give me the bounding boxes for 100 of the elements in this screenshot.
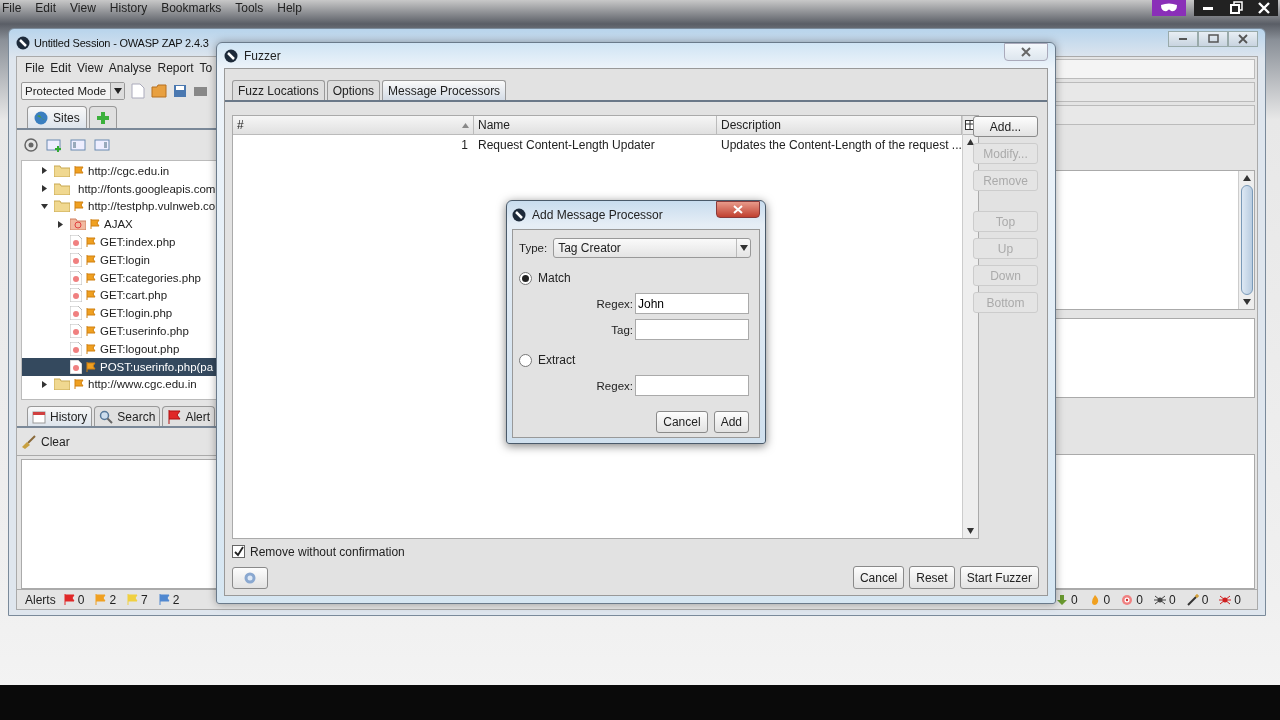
menu-item[interactable]: Edit: [35, 1, 57, 15]
radio-option[interactable]: Match: [519, 268, 751, 288]
field-label: Regex:: [596, 379, 633, 392]
folder-icon: [54, 164, 70, 177]
scroll-up-icon: [966, 139, 974, 145]
side-button[interactable]: Add...: [973, 116, 1038, 137]
mode-dropdown[interactable]: Protected Mode: [21, 82, 125, 100]
table-cell-text: Request Content-Length Updater: [477, 137, 656, 152]
sort-arrow-icon: [462, 122, 469, 128]
menu-item[interactable]: Help: [277, 1, 302, 15]
spider-icon: [1153, 593, 1166, 606]
menu-item[interactable]: Tools: [235, 1, 264, 15]
flag-tab[interactable]: Alert: [162, 406, 216, 426]
status-count: 0: [1136, 592, 1143, 607]
dropdown-arrow-icon: [739, 244, 748, 251]
app-logo-icon: [512, 208, 526, 222]
field-label: Type:: [519, 241, 548, 254]
mask-icon: [1160, 3, 1178, 13]
status-count: 0: [1103, 592, 1111, 607]
tree-item[interactable]: http://testphp.vulnweb.co: [22, 197, 217, 216]
private-mode-button[interactable]: [1152, 0, 1186, 16]
column-header[interactable]: Description: [717, 116, 962, 134]
minimize-button[interactable]: [1168, 31, 1198, 47]
tab[interactable]: Options: [326, 80, 381, 100]
flag-icon: [167, 409, 182, 424]
tree-item[interactable]: GET:login.php: [22, 304, 217, 323]
help-button[interactable]: [232, 566, 268, 589]
scrollbar[interactable]: [1238, 171, 1254, 309]
toolbar-icon: [193, 85, 207, 97]
target-icon: [24, 138, 38, 152]
radio-button[interactable]: [519, 271, 532, 285]
save-icon: [173, 84, 187, 98]
maximize-button[interactable]: [1198, 31, 1228, 47]
dialog-title: Fuzzer: [244, 48, 281, 63]
menu-item[interactable]: Analyse: [108, 61, 152, 75]
tree-item[interactable]: POST:userinfo.php(pa: [22, 357, 217, 376]
tree-item[interactable]: GET:userinfo.php: [22, 322, 217, 340]
dialog-button[interactable]: Reset: [909, 566, 955, 589]
page-icon: [70, 270, 82, 285]
close-button[interactable]: [1228, 31, 1258, 47]
tree-item[interactable]: GET:login: [22, 251, 217, 269]
column-header[interactable]: Name: [474, 116, 717, 134]
sites-tab[interactable]: Sites: [27, 106, 87, 128]
dialog-button[interactable]: Start Fuzzer: [959, 566, 1039, 589]
input-field[interactable]: [635, 319, 749, 340]
page-icon: [70, 288, 82, 303]
table-cell-text: 1: [460, 137, 469, 152]
checkbox-label[interactable]: Remove without confirmation: [225, 539, 1047, 561]
dialog-button[interactable]: Add: [713, 411, 749, 433]
wand-icon: [1186, 593, 1199, 606]
menu-item[interactable]: File: [2, 1, 22, 15]
minimize-icon: [1203, 6, 1213, 10]
input-field[interactable]: John: [635, 293, 749, 314]
dialog-title: Add Message Processor: [532, 208, 663, 222]
tree-item[interactable]: GET:index.php: [22, 233, 217, 251]
menu-item[interactable]: History: [109, 1, 148, 15]
help-icon: [244, 571, 256, 584]
calendar-icon: [32, 409, 46, 424]
maximize-icon: [1206, 32, 1220, 46]
tree-item[interactable]: http://fonts.googleapis.com: [22, 179, 217, 198]
tree-item[interactable]: GET:logout.php: [22, 339, 217, 358]
page-icon: [70, 359, 82, 374]
tab[interactable]: Message Processors: [382, 80, 507, 100]
menu-item[interactable]: Edit: [50, 61, 72, 75]
type-dropdown[interactable]: Tag Creator: [553, 237, 751, 258]
tree-item[interactable]: GET:categories.php: [22, 268, 217, 287]
scroll-down-icon: [1242, 299, 1251, 305]
search-tab[interactable]: Search: [94, 406, 161, 426]
calendar-tab[interactable]: History: [27, 406, 93, 426]
dialog-button[interactable]: Cancel: [656, 411, 708, 433]
tree-item[interactable]: http://www.cgc.edu.in: [22, 375, 217, 394]
menu-item[interactable]: View: [77, 61, 103, 75]
menu-item[interactable]: Bookmarks: [161, 1, 222, 15]
page-icon: [70, 252, 82, 267]
menu-item[interactable]: View: [70, 1, 96, 15]
minimize-icon: [1179, 38, 1187, 40]
clear-button[interactable]: Clear: [21, 434, 70, 449]
dialog-button[interactable]: Cancel: [852, 566, 905, 589]
tree-item[interactable]: http://cgc.edu.in: [22, 162, 217, 180]
search-icon: [99, 409, 114, 424]
page-icon: [70, 235, 82, 250]
target-icon: [1121, 593, 1134, 606]
window-icon: [70, 138, 86, 152]
close-button[interactable]: [716, 201, 760, 218]
tab[interactable]: Fuzz Locations: [232, 80, 325, 100]
radio-button[interactable]: [519, 353, 532, 367]
column-header[interactable]: #: [233, 116, 474, 134]
input-field[interactable]: [635, 375, 749, 396]
tree-item[interactable]: GET:cart.php: [22, 286, 217, 305]
menu-item[interactable]: To: [199, 61, 213, 75]
app-logo-icon: [16, 35, 30, 50]
menu-item[interactable]: Report: [157, 61, 194, 75]
folder-icon: [54, 200, 70, 213]
radio-option[interactable]: Extract: [519, 350, 751, 370]
tree-item[interactable]: AJAX: [22, 215, 217, 234]
checkbox[interactable]: [232, 545, 245, 558]
window-title: Untitled Session - OWASP ZAP 2.4.3: [34, 36, 209, 49]
check-icon: [233, 546, 244, 557]
add-context-icon: [46, 138, 62, 152]
menu-item[interactable]: File: [25, 61, 45, 75]
